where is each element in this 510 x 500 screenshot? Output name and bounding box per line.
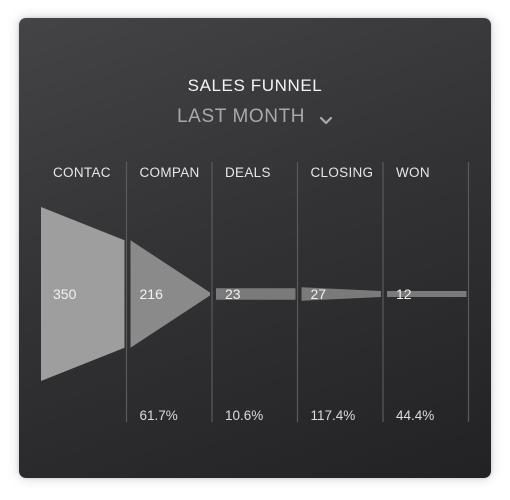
stage-value-label: 350 xyxy=(53,286,77,302)
conversion-rate-label: 10.6% xyxy=(225,408,263,423)
stage-label-deals: DEALS xyxy=(225,165,271,180)
stage-label-contac: CONTAC xyxy=(53,165,111,180)
stage-value-label: 12 xyxy=(396,286,412,302)
stage-label-closing: CLOSING xyxy=(311,165,374,180)
funnel-chart: CONTAC 350 COMPAN 216 61.7% DEALS 23 10.6% CLOSI… xyxy=(41,162,470,423)
stage-label-won: WON xyxy=(396,165,430,180)
conversion-rate-label: 44.4% xyxy=(396,408,434,423)
conversion-rate-label: 61.7% xyxy=(140,408,178,423)
conversion-rate-label: 117.4% xyxy=(311,408,356,423)
stage-value-label: 27 xyxy=(311,286,327,302)
stage-value-label: 216 xyxy=(140,286,164,302)
stage-label-compan: COMPAN xyxy=(140,165,200,180)
stage-value-label: 23 xyxy=(225,286,241,302)
